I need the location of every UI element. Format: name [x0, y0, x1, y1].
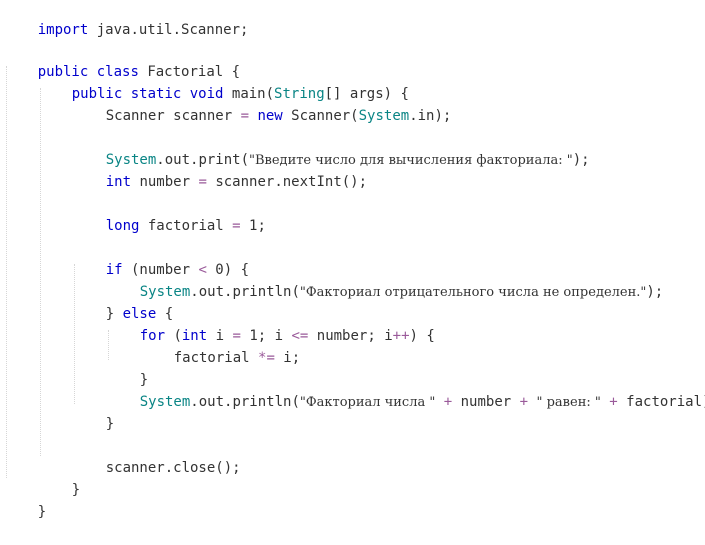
code-text: i; — [274, 350, 301, 366]
closing-brace: } — [105, 416, 115, 432]
number-literal: 1 — [240, 218, 258, 234]
keyword-int: int — [105, 174, 132, 190]
code-line-8: int number = scanner.nextInt(); — [72, 149, 367, 190]
operator: = — [240, 108, 250, 124]
code-line-1: import java.util.Scanner; — [4, 0, 249, 38]
code-text: ; — [257, 218, 266, 234]
operator: = — [232, 218, 241, 234]
code-line-15: for (int i = 1; i <= number; i++) { — [106, 303, 435, 344]
string-literal: "Факториал числа " — [299, 395, 436, 410]
code-text: .out.println( — [190, 394, 300, 410]
class-system: System — [358, 108, 410, 124]
code-line-12: if (number < 0) { — [72, 237, 249, 278]
code-text: ); — [572, 152, 590, 168]
code-text: factorial — [139, 218, 233, 234]
code-line-17: } — [106, 347, 148, 388]
code-line-14: } else { — [72, 281, 173, 322]
code-line-13: System.out.println("Факториал отрицатель… — [106, 259, 664, 300]
code-text: .out.println( — [190, 284, 300, 300]
code-text: Scanner scanner — [105, 108, 241, 124]
code-editor: import java.util.Scanner; public class F… — [0, 0, 705, 520]
import-path: java.util.Scanner; — [88, 22, 249, 38]
operator: *= — [258, 350, 275, 366]
code-text: factorial); — [626, 394, 705, 410]
string-literal: " равен: " — [536, 395, 601, 410]
code-line-5: Scanner scanner = new Scanner(System.in)… — [72, 83, 452, 124]
operator: = — [198, 174, 207, 190]
code-text: .in); — [409, 108, 452, 124]
code-text: scanner.close(); — [105, 460, 241, 476]
code-text: ) { — [409, 328, 435, 344]
code-line-18: System.out.println("Факториал числа " + … — [106, 369, 705, 410]
indent-guide — [40, 88, 41, 456]
code-line-19: } — [72, 391, 114, 432]
code-line-3: public class Factorial { — [4, 39, 240, 80]
class-system: System — [139, 394, 191, 410]
code-text: number — [131, 174, 199, 190]
code-text: number — [460, 394, 512, 410]
keyword-new: new — [257, 108, 283, 124]
string-literal: "Факториал отрицательного числа не опред… — [299, 285, 647, 300]
code-line-21: scanner.close(); — [72, 435, 241, 476]
keyword-long: long — [105, 218, 140, 234]
code-text: factorial — [173, 350, 259, 366]
operator: ++ — [392, 328, 410, 344]
keyword-import: import — [37, 22, 89, 38]
code-text: number; i — [308, 328, 393, 344]
code-text: Scanner( — [282, 108, 359, 124]
code-line-4: public static void main(String[] args) { — [38, 61, 409, 102]
closing-brace: } — [71, 482, 81, 498]
operator: + — [435, 394, 461, 410]
code-line-7: System.out.print("Введите число для вычи… — [72, 127, 590, 168]
code-text: scanner.nextInt(); — [206, 174, 368, 190]
code-line-23: } — [4, 479, 46, 520]
indent-guide — [6, 66, 7, 478]
code-line-22: } — [38, 457, 80, 498]
closing-brace: } — [37, 504, 47, 520]
code-line-10: long factorial = 1; — [72, 193, 266, 234]
operator: + — [511, 394, 537, 410]
operator: + — [600, 394, 627, 410]
code-text: ); — [646, 284, 664, 300]
code-line-16: factorial *= i; — [140, 325, 300, 366]
